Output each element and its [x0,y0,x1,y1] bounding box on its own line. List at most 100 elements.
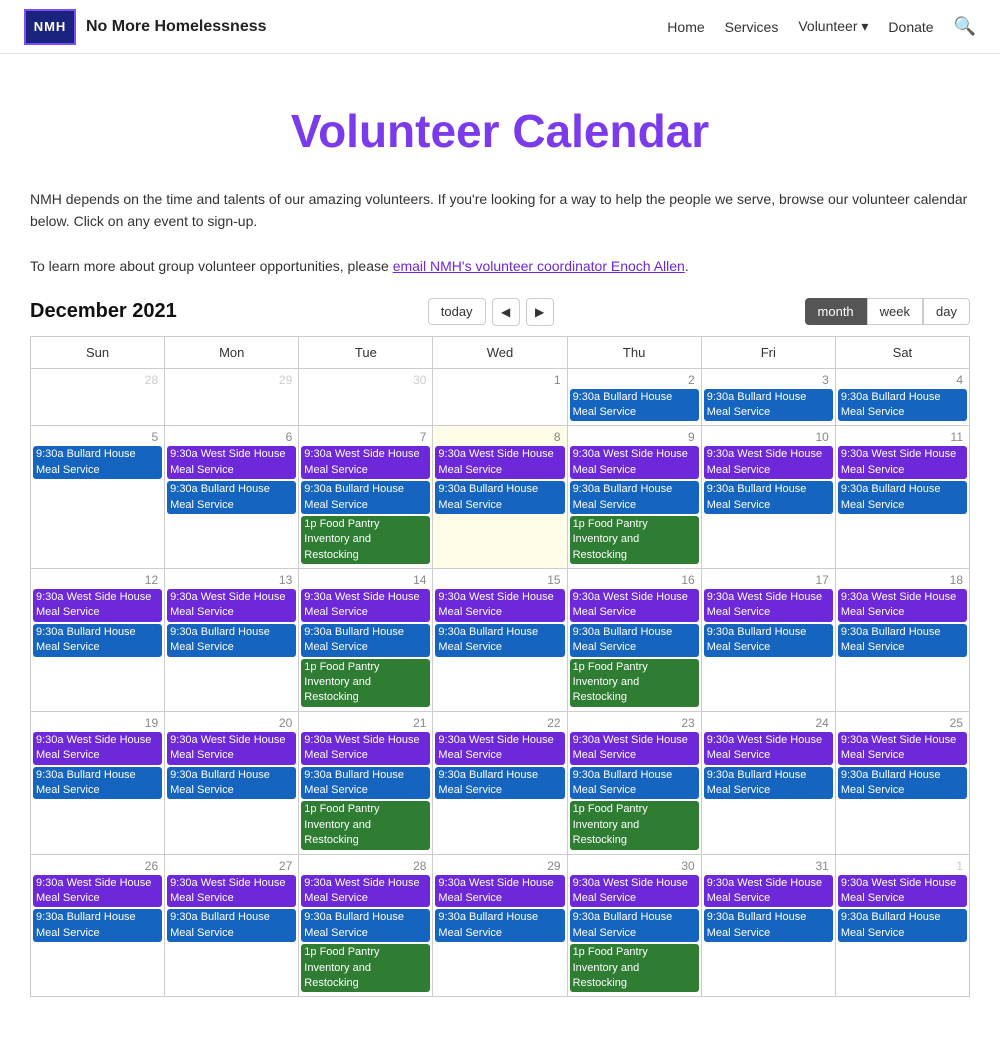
event[interactable]: 1p Food Pantry Inventory and Restocking [570,801,699,849]
event[interactable]: 9:30a West Side House Meal Service [301,446,430,479]
event[interactable]: 9:30a Bullard House Meal Service [33,446,162,479]
event[interactable]: 9:30a West Side House Meal Service [704,589,833,622]
event[interactable]: 9:30a West Side House Meal Service [704,732,833,765]
nav-volunteer[interactable]: Volunteer ▾ [798,18,868,35]
event[interactable]: 9:30a West Side House Meal Service [33,732,162,765]
day-cell: 14 9:30a West Side House Meal Service 9:… [299,569,433,712]
day-cell: 17 9:30a West Side House Meal Service 9:… [701,569,835,712]
event[interactable]: 9:30a West Side House Meal Service [570,732,699,765]
event[interactable]: 9:30a Bullard House Meal Service [167,624,296,657]
event[interactable]: 9:30a Bullard House Meal Service [570,909,699,942]
event[interactable]: 1p Food Pantry Inventory and Restocking [301,944,430,992]
month-view-button[interactable]: month [805,298,867,325]
day-cell: 7 9:30a West Side House Meal Service 9:3… [299,426,433,569]
event[interactable]: 9:30a Bullard House Meal Service [838,481,967,514]
logo-acronym: NMH [34,19,67,34]
event[interactable]: 9:30a Bullard House Meal Service [301,767,430,800]
table-row: 28 29 30 1 2 9:30a Bullard House Meal Se… [31,368,970,426]
day-cell: 30 [299,368,433,426]
event[interactable]: 9:30a Bullard House Meal Service [838,909,967,942]
day-cell: 16 9:30a West Side House Meal Service 9:… [567,569,701,712]
event[interactable]: 9:30a Bullard House Meal Service [704,481,833,514]
event[interactable]: 9:30a West Side House Meal Service [167,589,296,622]
event[interactable]: 9:30a West Side House Meal Service [570,875,699,908]
day-view-button[interactable]: day [923,298,970,325]
col-fri: Fri [701,336,835,368]
day-cell: 29 9:30a West Side House Meal Service 9:… [433,854,567,997]
event[interactable]: 9:30a West Side House Meal Service [704,875,833,908]
event[interactable]: 9:30a Bullard House Meal Service [435,481,564,514]
page-title: Volunteer Calendar [30,74,970,188]
prev-button[interactable]: ◀ [492,298,520,326]
event[interactable]: 1p Food Pantry Inventory and Restocking [301,659,430,707]
event[interactable]: 9:30a Bullard House Meal Service [301,909,430,942]
event[interactable]: 9:30a Bullard House Meal Service [33,767,162,800]
event[interactable]: 9:30a West Side House Meal Service [704,446,833,479]
event[interactable]: 9:30a Bullard House Meal Service [704,909,833,942]
event[interactable]: 1p Food Pantry Inventory and Restocking [570,659,699,707]
nav-home[interactable]: Home [667,19,704,35]
event[interactable]: 9:30a Bullard House Meal Service [435,909,564,942]
day-cell: 29 [165,368,299,426]
event[interactable]: 9:30a West Side House Meal Service [301,589,430,622]
nav-donate[interactable]: Donate [888,19,933,35]
nav-services[interactable]: Services [725,19,779,35]
event[interactable]: 9:30a West Side House Meal Service [435,446,564,479]
event[interactable]: 9:30a West Side House Meal Service [301,732,430,765]
day-cell: 23 9:30a West Side House Meal Service 9:… [567,711,701,854]
event[interactable]: 1p Food Pantry Inventory and Restocking [570,944,699,992]
event[interactable]: 9:30a West Side House Meal Service [838,875,967,908]
event[interactable]: 9:30a West Side House Meal Service [570,589,699,622]
day-cell: 15 9:30a West Side House Meal Service 9:… [433,569,567,712]
col-thu: Thu [567,336,701,368]
event[interactable]: 9:30a West Side House Meal Service [33,875,162,908]
event[interactable]: 9:30a Bullard House Meal Service [167,481,296,514]
event[interactable]: 9:30a West Side House Meal Service [33,589,162,622]
event[interactable]: 9:30a Bullard House Meal Service [570,389,699,422]
search-icon[interactable]: 🔍 [954,16,976,37]
day-cell: 31 9:30a West Side House Meal Service 9:… [701,854,835,997]
day-cell: 21 9:30a West Side House Meal Service 9:… [299,711,433,854]
event[interactable]: 9:30a West Side House Meal Service [167,875,296,908]
coordinator-link[interactable]: email NMH's volunteer coordinator Enoch … [393,258,685,274]
next-button[interactable]: ▶ [526,298,554,326]
event[interactable]: 9:30a Bullard House Meal Service [435,624,564,657]
event[interactable]: 9:30a Bullard House Meal Service [570,624,699,657]
event[interactable]: 9:30a Bullard House Meal Service [704,767,833,800]
event[interactable]: 9:30a West Side House Meal Service [301,875,430,908]
event[interactable]: 9:30a Bullard House Meal Service [704,389,833,422]
event[interactable]: 9:30a Bullard House Meal Service [838,767,967,800]
event[interactable]: 9:30a West Side House Meal Service [435,589,564,622]
table-row: 12 9:30a West Side House Meal Service 9:… [31,569,970,712]
event[interactable]: 9:30a Bullard House Meal Service [570,767,699,800]
event[interactable]: 9:30a Bullard House Meal Service [570,481,699,514]
day-cell: 20 9:30a West Side House Meal Service 9:… [165,711,299,854]
event[interactable]: 9:30a West Side House Meal Service [435,875,564,908]
event[interactable]: 9:30a Bullard House Meal Service [33,909,162,942]
event[interactable]: 9:30a Bullard House Meal Service [167,909,296,942]
event[interactable]: 9:30a Bullard House Meal Service [435,767,564,800]
event[interactable]: 1p Food Pantry Inventory and Restocking [301,801,430,849]
event[interactable]: 9:30a Bullard House Meal Service [33,624,162,657]
event[interactable]: 1p Food Pantry Inventory and Restocking [570,516,699,564]
event[interactable]: 9:30a West Side House Meal Service [167,446,296,479]
event[interactable]: 1p Food Pantry Inventory and Restocking [301,516,430,564]
event[interactable]: 9:30a West Side House Meal Service [838,446,967,479]
event[interactable]: 9:30a West Side House Meal Service [167,732,296,765]
event[interactable]: 9:30a West Side House Meal Service [570,446,699,479]
week-view-button[interactable]: week [867,298,923,325]
calendar-table: Sun Mon Tue Wed Thu Fri Sat 28 29 30 [30,336,970,998]
event[interactable]: 9:30a West Side House Meal Service [435,732,564,765]
event[interactable]: 9:30a Bullard House Meal Service [838,624,967,657]
day-cell: 2 9:30a Bullard House Meal Service [567,368,701,426]
event[interactable]: 9:30a Bullard House Meal Service [167,767,296,800]
today-button[interactable]: today [428,298,486,325]
event[interactable]: 9:30a West Side House Meal Service [838,732,967,765]
day-cell: 9 9:30a West Side House Meal Service 9:3… [567,426,701,569]
event[interactable]: 9:30a West Side House Meal Service [838,589,967,622]
event[interactable]: 9:30a Bullard House Meal Service [838,389,967,422]
day-cell: 1 9:30a West Side House Meal Service 9:3… [835,854,969,997]
event[interactable]: 9:30a Bullard House Meal Service [301,624,430,657]
event[interactable]: 9:30a Bullard House Meal Service [301,481,430,514]
event[interactable]: 9:30a Bullard House Meal Service [704,624,833,657]
